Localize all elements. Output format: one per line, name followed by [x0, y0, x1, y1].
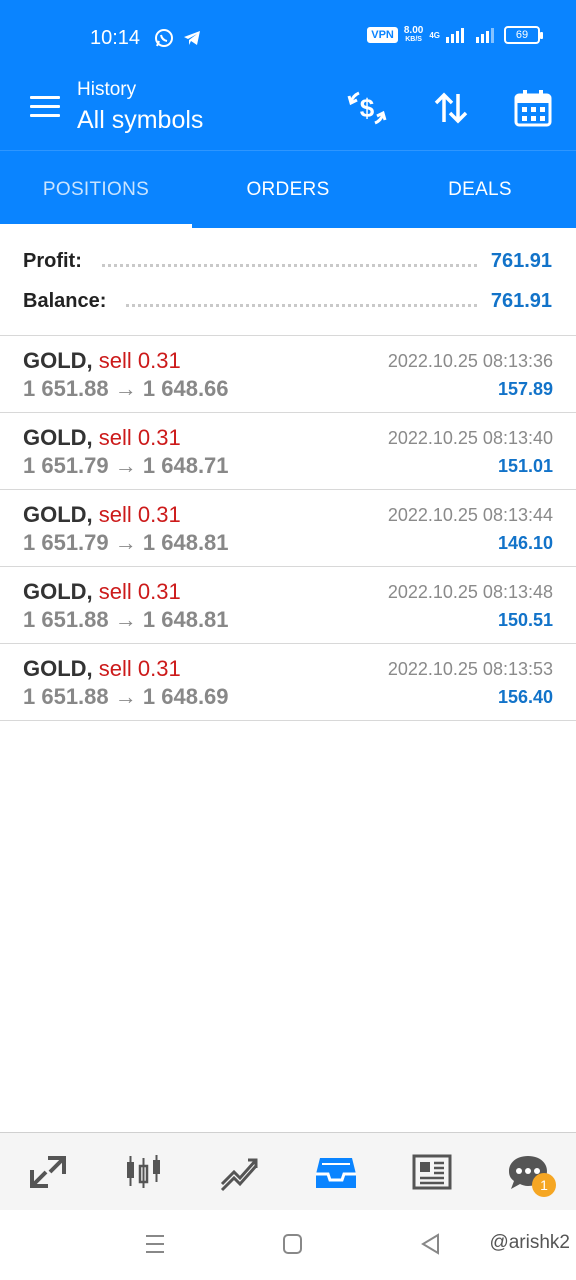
symbol-selector[interactable]: All symbols [77, 106, 203, 135]
trade-side: sell 0.31 [98, 656, 181, 681]
trade-side: sell 0.31 [98, 502, 181, 527]
open-price: 1 651.88 [23, 607, 109, 632]
list-item[interactable]: GOLD, sell 0.31 1 651.88 → 1 648.66 2022… [0, 336, 576, 413]
tab-bar: POSITIONS ORDERS DEALS [0, 150, 576, 228]
sort-button[interactable] [429, 86, 473, 130]
dotted-leader [101, 263, 477, 267]
clock: 10:14 [90, 27, 141, 49]
chart-icon [127, 1154, 160, 1188]
deal-profit: 156.40 [497, 687, 553, 707]
balance-value: 761.91 [490, 289, 552, 312]
nav-chart[interactable] [96, 1133, 192, 1210]
net-speed: 8.00 KB/S [403, 25, 424, 44]
close-price: 1 648.69 [142, 684, 229, 709]
close-price: 1 648.81 [142, 530, 229, 555]
deal-profit: 151.01 [497, 456, 553, 476]
messages-badge: 1 [532, 1173, 556, 1197]
nav-history[interactable] [288, 1133, 384, 1210]
arrow: → [114, 530, 137, 555]
list-item[interactable]: GOLD, sell 0.31 1 651.88 → 1 648.81 2022… [0, 567, 576, 644]
arrow: → [114, 607, 137, 632]
dotted-leader [126, 303, 477, 307]
balance-row: Balance: 761.91 [23, 286, 552, 316]
history-icon [316, 1157, 356, 1188]
deal-profit: 157.89 [497, 379, 553, 399]
notification-icons [154, 28, 202, 48]
home-icon[interactable] [282, 1232, 304, 1256]
open-price: 1 651.79 [23, 453, 109, 478]
telegram-icon [184, 31, 200, 45]
dollar-exchange-icon: $ [347, 91, 387, 125]
vpn-badge: VPN [367, 27, 398, 43]
balance-label: Balance: [23, 289, 107, 312]
calendar-icon [514, 90, 552, 127]
arrow: → [114, 376, 137, 401]
arrow: → [114, 453, 137, 478]
symbol: GOLD, [23, 502, 93, 527]
deal-time: 2022.10.25 08:13:36 [387, 351, 553, 371]
trade-side: sell 0.31 [98, 348, 181, 373]
sort-icon [434, 92, 468, 124]
close-price: 1 648.66 [142, 376, 229, 401]
toolbar: History All symbols $ [0, 72, 576, 150]
battery-icon: 69 [504, 26, 543, 44]
menu-icon[interactable] [30, 96, 60, 118]
svg-text:$: $ [360, 93, 375, 123]
tab-orders[interactable]: ORDERS [192, 151, 384, 228]
profit-row: Profit: 761.91 [23, 246, 552, 276]
symbol: GOLD, [23, 579, 93, 604]
symbol: GOLD, [23, 348, 93, 373]
signal-icon-2 [476, 28, 494, 43]
recents-icon[interactable] [144, 1232, 166, 1256]
currency-exchange-button[interactable]: $ [345, 86, 389, 130]
back-icon[interactable] [420, 1232, 442, 1256]
whatsapp-icon [155, 29, 173, 47]
trade-icon [220, 1158, 258, 1191]
profit-label: Profit: [23, 249, 82, 272]
open-price: 1 651.79 [23, 530, 109, 555]
toolbar-subtitle: History [77, 79, 137, 100]
deal-profit: 146.10 [497, 533, 553, 553]
open-price: 1 651.88 [23, 684, 109, 709]
symbol: GOLD, [23, 425, 93, 450]
arrow: → [114, 684, 137, 709]
tab-positions[interactable]: POSITIONS [0, 151, 192, 228]
period-button[interactable] [511, 86, 555, 130]
signal-icon [446, 28, 464, 43]
deal-profit: 150.51 [497, 610, 553, 630]
watermark: @arishk2 [489, 1232, 570, 1253]
deal-time: 2022.10.25 08:13:40 [387, 428, 553, 448]
nav-news[interactable] [384, 1133, 480, 1210]
list-item[interactable]: GOLD, sell 0.31 1 651.79 → 1 648.71 2022… [0, 413, 576, 490]
deal-time: 2022.10.25 08:13:53 [387, 659, 553, 679]
quotes-icon [30, 1155, 66, 1188]
tab-deals[interactable]: DEALS [384, 151, 576, 228]
news-icon [412, 1154, 452, 1189]
close-price: 1 648.71 [142, 453, 229, 478]
close-price: 1 648.81 [142, 607, 229, 632]
network-type: 4G [429, 30, 440, 40]
trade-side: sell 0.31 [98, 425, 181, 450]
deal-time: 2022.10.25 08:13:44 [387, 505, 553, 525]
nav-trade[interactable] [192, 1133, 288, 1210]
summary-panel: Profit: 761.91 Balance: 761.91 [0, 228, 576, 336]
bottom-navigation: 1 [0, 1132, 576, 1210]
list-item[interactable]: GOLD, sell 0.31 1 651.88 → 1 648.69 2022… [0, 644, 576, 721]
profit-value: 761.91 [490, 249, 552, 272]
nav-quotes[interactable] [0, 1133, 96, 1210]
deal-time: 2022.10.25 08:13:48 [387, 582, 553, 602]
open-price: 1 651.88 [23, 376, 109, 401]
symbol: GOLD, [23, 656, 93, 681]
list-item[interactable]: GOLD, sell 0.31 1 651.79 → 1 648.81 2022… [0, 490, 576, 567]
trade-side: sell 0.31 [98, 579, 181, 604]
nav-messages[interactable]: 1 [480, 1133, 576, 1210]
status-bar: 10:14 VPN 8.00 KB/S 4G 69 [0, 0, 576, 72]
system-indicators: VPN 8.00 KB/S 4G 69 [367, 25, 543, 44]
